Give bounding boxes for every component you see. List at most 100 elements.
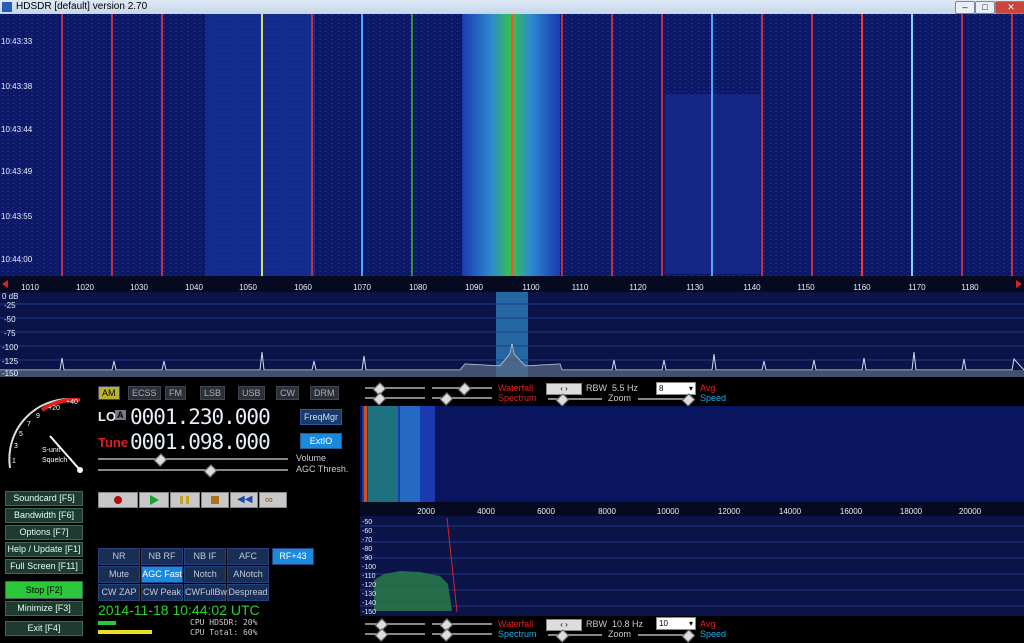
options-button[interactable]: Options [F7] bbox=[5, 525, 83, 540]
mode-usb-button[interactable]: USB bbox=[238, 386, 265, 400]
play-button[interactable] bbox=[139, 492, 169, 508]
smeter-label: 9 bbox=[36, 413, 40, 420]
af-display[interactable]: 2000 4000 6000 8000 10000 12000 14000 16… bbox=[360, 406, 1024, 616]
af-zoom-slider-a[interactable] bbox=[548, 629, 602, 643]
mode-lsb-button[interactable]: LSB bbox=[200, 386, 226, 400]
agc-threshold-slider[interactable] bbox=[98, 464, 288, 478]
af-db-tick: -140 bbox=[362, 600, 376, 607]
freq-tick: 1050 bbox=[239, 283, 257, 292]
freq-tick: 1150 bbox=[797, 283, 815, 292]
agc-fast-button[interactable]: AGC Fast bbox=[141, 566, 183, 583]
notch-button[interactable]: Notch bbox=[184, 566, 226, 583]
nb-rf-button[interactable]: NB RF bbox=[141, 548, 183, 565]
time-label: 10:43:55 bbox=[1, 212, 33, 221]
freqmgr-button[interactable]: FreqMgr bbox=[300, 409, 342, 425]
minimize-app-button[interactable]: Minimize [F3] bbox=[5, 601, 83, 616]
af-waterfall[interactable] bbox=[360, 406, 1024, 502]
cpu-total-text: CPU Total: 60% bbox=[190, 628, 258, 637]
af-spectrum-slider-2[interactable] bbox=[432, 628, 492, 642]
time-label: 10:44:00 bbox=[1, 255, 33, 264]
af-zoom-slider-b[interactable] bbox=[638, 629, 696, 643]
cw-fullbw-button[interactable]: CWFullBw bbox=[184, 584, 227, 601]
cw-peak-button[interactable]: CW Peak bbox=[141, 584, 183, 601]
af-spectrum-label: Spectrum bbox=[498, 629, 537, 639]
lo-sub-label[interactable]: A bbox=[115, 410, 126, 420]
cw-zap-button[interactable]: CW ZAP bbox=[98, 584, 140, 601]
db-tick: -25 bbox=[4, 301, 16, 310]
af-avg-value: 10 bbox=[659, 619, 668, 628]
af-spectrum-slider-1[interactable] bbox=[365, 628, 425, 642]
despread-button[interactable]: Despread bbox=[227, 584, 269, 601]
maximize-button[interactable]: □ bbox=[975, 1, 995, 14]
rf-zoom-slider-b[interactable] bbox=[638, 393, 696, 407]
mute-button[interactable]: Mute bbox=[98, 566, 140, 583]
agc-threshold-label: AGC Thresh. bbox=[296, 464, 349, 474]
mode-ecss-button[interactable]: ECSS bbox=[128, 386, 161, 400]
loop-icon: ∞ bbox=[265, 494, 273, 506]
af-freq-tick: 18000 bbox=[900, 507, 923, 516]
rf-rbw-label: RBW bbox=[586, 383, 607, 393]
mode-fm-button[interactable]: FM bbox=[165, 386, 186, 400]
smeter-label: +20 bbox=[48, 405, 60, 412]
smeter-mode[interactable]: Squelch bbox=[42, 457, 67, 464]
minimize-button[interactable]: – bbox=[955, 1, 975, 14]
rf-display[interactable]: 10:43:33 10:43:38 10:43:44 10:43:49 10:4… bbox=[0, 14, 1024, 379]
bandwidth-button[interactable]: Bandwidth [F6] bbox=[5, 508, 83, 523]
freq-tick: 1070 bbox=[353, 283, 371, 292]
pause-button[interactable] bbox=[170, 492, 200, 508]
rf-zoom-slider-a[interactable] bbox=[548, 393, 602, 407]
mode-drm-button[interactable]: DRM bbox=[310, 386, 339, 400]
db-tick: -75 bbox=[4, 329, 16, 338]
af-spectrum[interactable] bbox=[360, 516, 1024, 616]
af-spectrum-fill bbox=[374, 571, 452, 611]
close-button[interactable]: ✕ bbox=[995, 1, 1024, 14]
af-freq-tick: 10000 bbox=[657, 507, 680, 516]
af-avg-label: Avg bbox=[700, 619, 716, 629]
af-freq-tick: 16000 bbox=[840, 507, 863, 516]
record-button[interactable] bbox=[98, 492, 138, 508]
loop-button[interactable]: ∞ bbox=[259, 492, 287, 508]
lo-frequency-display[interactable]: 0001.230.000 bbox=[130, 405, 271, 429]
rf-avg-select[interactable]: 8 ▾ bbox=[656, 382, 696, 395]
volume-label: Volume bbox=[296, 453, 327, 463]
mode-cw-button[interactable]: CW bbox=[276, 386, 299, 400]
exit-button[interactable]: Exit [F4] bbox=[5, 621, 83, 636]
chevron-down-icon: ▾ bbox=[688, 384, 693, 393]
rf-spectrum-slider-2[interactable] bbox=[432, 392, 492, 406]
anotch-button[interactable]: ANotch bbox=[227, 566, 269, 583]
full-screen-button[interactable]: Full Screen [F11] bbox=[5, 559, 83, 574]
tune-frequency-display[interactable]: 0001.098.000 bbox=[130, 430, 271, 454]
af-speed-label: Speed bbox=[700, 629, 727, 639]
rewind-button[interactable]: ◀◀ bbox=[230, 492, 258, 508]
af-waterfall-stepper[interactable]: ‹ › bbox=[546, 619, 582, 631]
freq-tick: 1030 bbox=[130, 283, 148, 292]
af-zoom-label: Zoom bbox=[608, 629, 632, 639]
db-tick: -100 bbox=[2, 343, 19, 352]
mode-am-button[interactable]: AM bbox=[98, 386, 120, 400]
pause-icon bbox=[180, 496, 183, 504]
af-db-tick: -100 bbox=[362, 564, 376, 571]
af-waterfall-slider-1[interactable] bbox=[365, 618, 425, 632]
freq-tick: 1010 bbox=[21, 283, 39, 292]
rf-waterfall-stepper[interactable]: ‹ › bbox=[546, 383, 582, 395]
rf-waterfall-slider-2[interactable] bbox=[432, 382, 492, 396]
stop-playback-button[interactable] bbox=[201, 492, 229, 508]
af-waterfall-slider-2[interactable] bbox=[432, 618, 492, 632]
nr-button[interactable]: NR bbox=[98, 548, 140, 565]
af-avg-select[interactable]: 10 ▾ bbox=[656, 617, 696, 630]
rf-waterfall-spectrum[interactable]: 10:43:33 10:43:38 10:43:44 10:43:49 10:4… bbox=[0, 14, 1024, 379]
help-update-button[interactable]: Help / Update [F1] bbox=[5, 542, 83, 557]
extio-button[interactable]: ExtIO bbox=[300, 433, 342, 449]
stop-icon bbox=[211, 496, 219, 504]
cpu-hdsdr-text: CPU HDSDR: 20% bbox=[190, 618, 258, 627]
rf-gain-button[interactable]: RF+43 bbox=[272, 548, 314, 565]
volume-slider[interactable] bbox=[98, 453, 288, 467]
afc-button[interactable]: AFC bbox=[227, 548, 269, 565]
freq-tick: 1120 bbox=[629, 283, 647, 292]
nb-if-button[interactable]: NB IF bbox=[184, 548, 226, 565]
soundcard-button[interactable]: Soundcard [F5] bbox=[5, 491, 83, 506]
rf-waterfall-slider-1[interactable] bbox=[365, 382, 425, 396]
control-panel: 1 3 5 7 9 +20 +40 S-unit Squelch Soundca… bbox=[0, 380, 1024, 643]
stop-button[interactable]: Stop [F2] bbox=[5, 581, 83, 599]
rf-spectrum-slider-1[interactable] bbox=[365, 392, 425, 406]
